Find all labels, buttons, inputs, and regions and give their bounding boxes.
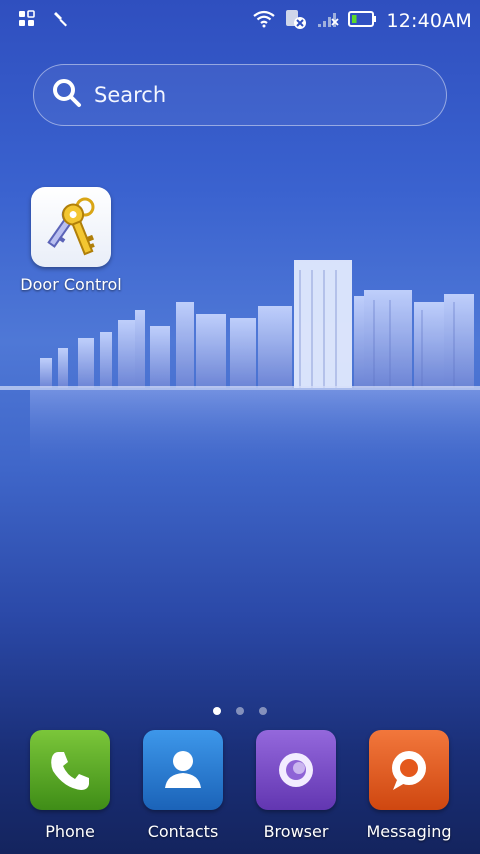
battery-icon (348, 10, 378, 32)
app-label: Contacts (147, 822, 219, 841)
app-label: Phone (45, 822, 95, 841)
status-time: 12:40AM (386, 10, 472, 32)
page-indicator (0, 707, 480, 715)
status-bar: 12:40AM (0, 0, 480, 40)
keys-icon (31, 187, 111, 267)
apps-grid-icon (18, 10, 36, 32)
dock-app-phone[interactable]: Phone (20, 730, 120, 841)
wrench-icon (52, 10, 70, 32)
page-dot[interactable] (259, 707, 267, 715)
browser-icon (256, 730, 336, 810)
app-label: Door Control (20, 275, 122, 294)
app-label: Messaging (366, 822, 452, 841)
app-label: Browser (263, 822, 329, 841)
search-label: Search (94, 83, 167, 107)
app-door-control[interactable]: Door Control (16, 187, 126, 294)
message-icon (369, 730, 449, 810)
no-signal-icon (316, 9, 340, 33)
phone-icon (30, 730, 110, 810)
dock-app-messaging[interactable]: Messaging (359, 730, 459, 841)
wifi-icon (252, 9, 276, 33)
sim-blocked-icon (284, 8, 308, 34)
contact-icon (143, 730, 223, 810)
page-dot[interactable] (213, 707, 221, 715)
dock-app-contacts[interactable]: Contacts (133, 730, 233, 841)
search-icon (52, 78, 82, 112)
page-dot[interactable] (236, 707, 244, 715)
dock-app-browser[interactable]: Browser (246, 730, 346, 841)
search-bar[interactable]: Search (33, 64, 447, 126)
